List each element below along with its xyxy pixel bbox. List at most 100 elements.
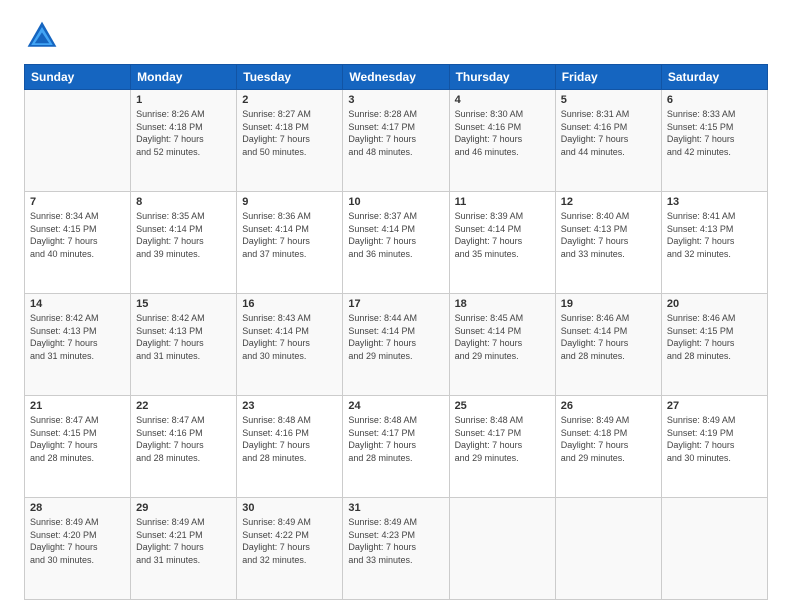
calendar-week-5: 28Sunrise: 8:49 AM Sunset: 4:20 PM Dayli… [25,498,768,600]
day-number: 25 [455,400,550,412]
day-number: 8 [136,196,231,208]
day-number: 23 [242,400,337,412]
logo-icon [24,18,60,54]
day-number: 28 [30,502,125,514]
day-detail: Sunrise: 8:35 AM Sunset: 4:14 PM Dayligh… [136,210,231,260]
calendar-cell: 2Sunrise: 8:27 AM Sunset: 4:18 PM Daylig… [237,90,343,192]
day-number: 16 [242,298,337,310]
page: SundayMondayTuesdayWednesdayThursdayFrid… [0,0,792,612]
day-detail: Sunrise: 8:49 AM Sunset: 4:21 PM Dayligh… [136,516,231,566]
day-detail: Sunrise: 8:33 AM Sunset: 4:15 PM Dayligh… [667,108,762,158]
day-number: 30 [242,502,337,514]
day-number: 12 [561,196,656,208]
calendar-cell: 23 Sunrise: 8:48 AM Sunset: 4:16 PM Dayli… [237,396,343,498]
day-detail: Sunrise: 8:39 AM Sunset: 4:14 PM Dayligh… [455,210,550,260]
day-detail: Sunrise: 8:36 AM Sunset: 4:14 PM Dayligh… [242,210,337,260]
calendar-cell [25,90,131,192]
calendar-cell: 25 Sunrise: 8:48 AM Sunset: 4:17 PM Dayli… [449,396,555,498]
calendar-cell: 15 Sunrise: 8:42 AM Sunset: 4:13 PM Dayli… [131,294,237,396]
day-number: 4 [455,94,550,106]
day-detail: Sunrise: 8:30 AM Sunset: 4:16 PM Dayligh… [455,108,550,158]
day-detail: Sunrise: 8:42 AM Sunset: 4:13 PM Dayligh… [136,312,231,362]
day-number: 14 [30,298,125,310]
day-detail: Sunrise: 8:48 AM Sunset: 4:17 PM Dayligh… [455,414,550,464]
calendar-cell: 3 Sunrise: 8:28 AM Sunset: 4:17 PM Daylig… [343,90,449,192]
day-number: 24 [348,400,443,412]
calendar-cell: 14 Sunrise: 8:42 AM Sunset: 4:13 PM Dayli… [25,294,131,396]
day-detail: Sunrise: 8:37 AM Sunset: 4:14 PM Dayligh… [348,210,443,260]
day-detail: Sunrise: 8:45 AM Sunset: 4:14 PM Dayligh… [455,312,550,362]
day-detail: Sunrise: 8:47 AM Sunset: 4:15 PM Dayligh… [30,414,125,464]
calendar-week-3: 14 Sunrise: 8:42 AM Sunset: 4:13 PM Dayli… [25,294,768,396]
day-number: 15 [136,298,231,310]
day-detail: Sunrise: 8:49 AM Sunset: 4:23 PM Dayligh… [348,516,443,566]
day-detail: Sunrise: 8:34 AM Sunset: 4:15 PM Dayligh… [30,210,125,260]
calendar-cell: 30 Sunrise: 8:49 AM Sunset: 4:22 PM Dayli… [237,498,343,600]
day-detail: Sunrise: 8:42 AM Sunset: 4:13 PM Dayligh… [30,312,125,362]
day-number: 21 [30,400,125,412]
day-detail: Sunrise: 8:28 AM Sunset: 4:17 PM Dayligh… [348,108,443,158]
calendar-header-tuesday: Tuesday [237,65,343,90]
calendar-cell: 11 Sunrise: 8:39 AM Sunset: 4:14 PM Dayli… [449,192,555,294]
day-detail: Sunrise: 8:48 AM Sunset: 4:17 PM Dayligh… [348,414,443,464]
day-number: 6 [667,94,762,106]
day-number: 1 [136,94,231,106]
day-number: 10 [348,196,443,208]
day-number: 20 [667,298,762,310]
calendar-cell: 26 Sunrise: 8:49 AM Sunset: 4:18 PM Dayli… [555,396,661,498]
calendar-cell [449,498,555,600]
day-number: 5 [561,94,656,106]
day-number: 27 [667,400,762,412]
calendar-header-sunday: Sunday [25,65,131,90]
calendar-cell: 19Sunrise: 8:46 AM Sunset: 4:14 PM Dayli… [555,294,661,396]
day-detail: Sunrise: 8:47 AM Sunset: 4:16 PM Dayligh… [136,414,231,464]
day-number: 18 [455,298,550,310]
calendar-cell: 7 Sunrise: 8:34 AM Sunset: 4:15 PM Daylig… [25,192,131,294]
calendar-cell [555,498,661,600]
day-detail: Sunrise: 8:40 AM Sunset: 4:13 PM Dayligh… [561,210,656,260]
calendar-header-friday: Friday [555,65,661,90]
calendar-header-wednesday: Wednesday [343,65,449,90]
calendar-week-1: 1Sunrise: 8:26 AM Sunset: 4:18 PM Daylig… [25,90,768,192]
day-detail: Sunrise: 8:48 AM Sunset: 4:16 PM Dayligh… [242,414,337,464]
calendar-cell: 22 Sunrise: 8:47 AM Sunset: 4:16 PM Dayli… [131,396,237,498]
day-number: 7 [30,196,125,208]
calendar-header-saturday: Saturday [661,65,767,90]
day-number: 26 [561,400,656,412]
header [24,18,768,54]
day-detail: Sunrise: 8:44 AM Sunset: 4:14 PM Dayligh… [348,312,443,362]
calendar-cell: 18 Sunrise: 8:45 AM Sunset: 4:14 PM Dayli… [449,294,555,396]
day-detail: Sunrise: 8:49 AM Sunset: 4:19 PM Dayligh… [667,414,762,464]
calendar-week-2: 7 Sunrise: 8:34 AM Sunset: 4:15 PM Daylig… [25,192,768,294]
day-number: 17 [348,298,443,310]
day-detail: Sunrise: 8:27 AM Sunset: 4:18 PM Dayligh… [242,108,337,158]
day-number: 22 [136,400,231,412]
calendar-cell: 20 Sunrise: 8:46 AM Sunset: 4:15 PM Dayli… [661,294,767,396]
day-number: 11 [455,196,550,208]
day-detail: Sunrise: 8:43 AM Sunset: 4:14 PM Dayligh… [242,312,337,362]
calendar-cell: 27 Sunrise: 8:49 AM Sunset: 4:19 PM Dayli… [661,396,767,498]
calendar-week-4: 21 Sunrise: 8:47 AM Sunset: 4:15 PM Dayli… [25,396,768,498]
day-detail: Sunrise: 8:31 AM Sunset: 4:16 PM Dayligh… [561,108,656,158]
calendar-cell: 8 Sunrise: 8:35 AM Sunset: 4:14 PM Daylig… [131,192,237,294]
calendar-cell: 16 Sunrise: 8:43 AM Sunset: 4:14 PM Dayli… [237,294,343,396]
calendar-cell: 12 Sunrise: 8:40 AM Sunset: 4:13 PM Dayli… [555,192,661,294]
day-detail: Sunrise: 8:49 AM Sunset: 4:22 PM Dayligh… [242,516,337,566]
calendar-cell: 28Sunrise: 8:49 AM Sunset: 4:20 PM Dayli… [25,498,131,600]
calendar-cell [661,498,767,600]
calendar-header-row: SundayMondayTuesdayWednesdayThursdayFrid… [25,65,768,90]
day-number: 13 [667,196,762,208]
calendar-cell: 10 Sunrise: 8:37 AM Sunset: 4:14 PM Dayli… [343,192,449,294]
day-detail: Sunrise: 8:46 AM Sunset: 4:15 PM Dayligh… [667,312,762,362]
calendar-header-thursday: Thursday [449,65,555,90]
day-detail: Sunrise: 8:49 AM Sunset: 4:18 PM Dayligh… [561,414,656,464]
calendar-cell: 5 Sunrise: 8:31 AM Sunset: 4:16 PM Daylig… [555,90,661,192]
calendar-cell: 1Sunrise: 8:26 AM Sunset: 4:18 PM Daylig… [131,90,237,192]
calendar-cell: 21 Sunrise: 8:47 AM Sunset: 4:15 PM Dayli… [25,396,131,498]
calendar-cell: 31Sunrise: 8:49 AM Sunset: 4:23 PM Dayli… [343,498,449,600]
calendar-header-monday: Monday [131,65,237,90]
day-number: 3 [348,94,443,106]
day-number: 19 [561,298,656,310]
day-number: 29 [136,502,231,514]
calendar-cell: 24 Sunrise: 8:48 AM Sunset: 4:17 PM Dayli… [343,396,449,498]
